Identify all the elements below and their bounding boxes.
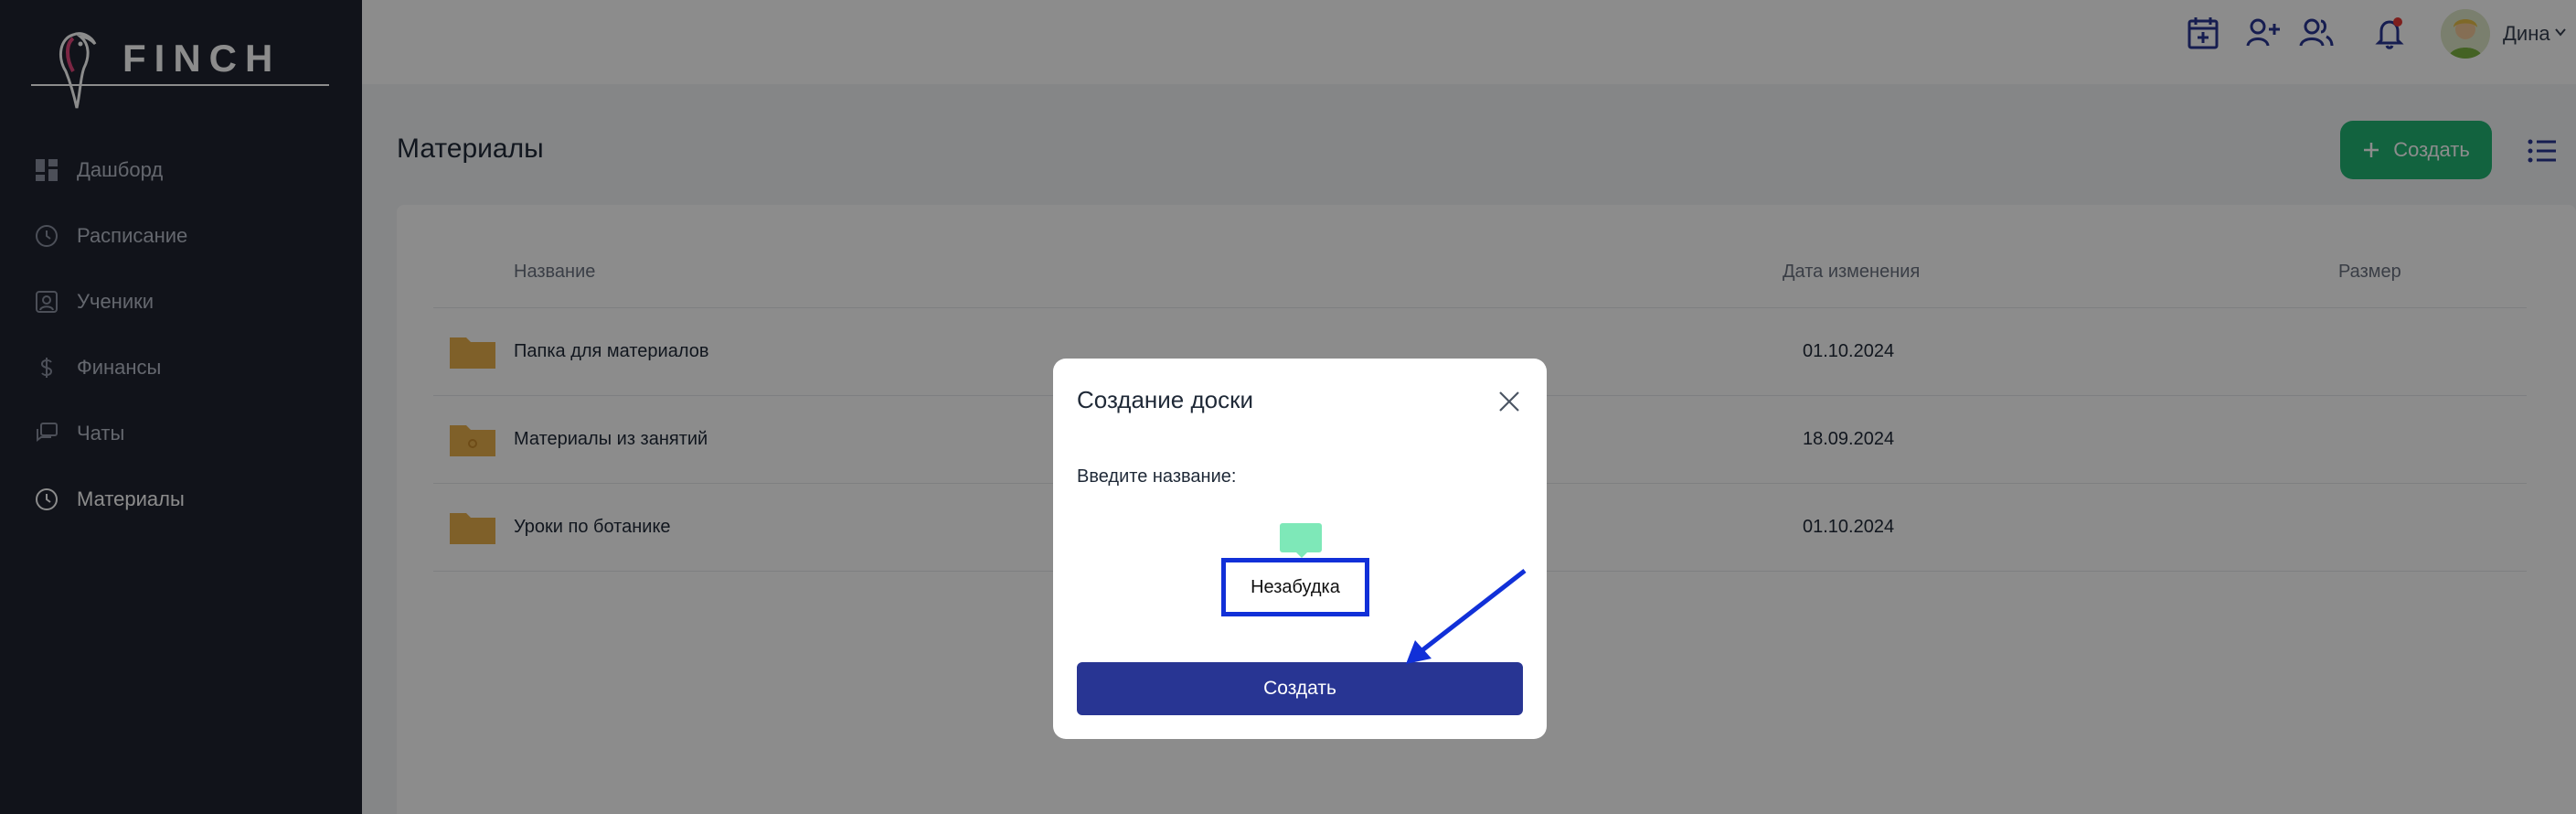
create-board-button[interactable]: Создать — [1077, 662, 1523, 715]
modal-title: Создание доски — [1077, 386, 1254, 413]
board-name-label: Введите название: — [1077, 466, 1237, 487]
board-name-input[interactable]: Незабудка — [1221, 558, 1369, 616]
input-tooltip — [1280, 523, 1322, 552]
annotation-arrow-icon — [1406, 569, 1527, 664]
close-icon[interactable] — [1497, 390, 1521, 413]
input-tooltip-tail — [1294, 551, 1309, 558]
create-board-modal: Создание доски Введите название: Незабуд… — [1053, 359, 1547, 739]
